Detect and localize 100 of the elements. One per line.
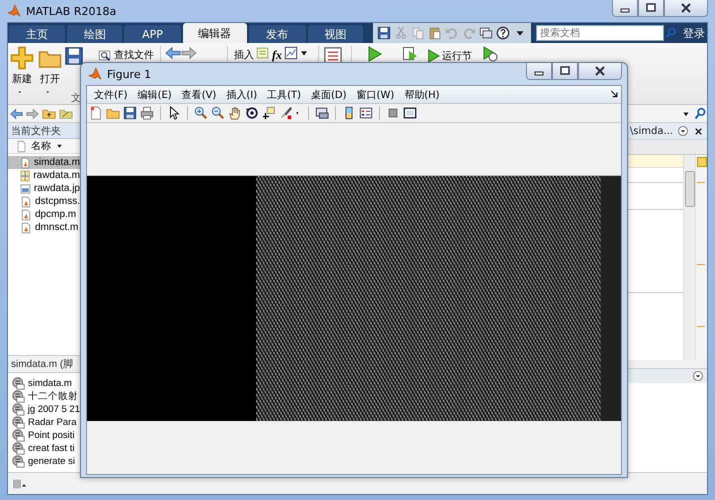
window-title: MATLAB R2018a: [26, 4, 118, 18]
run-advance-icon[interactable]: [402, 46, 418, 62]
column-header[interactable]: 名称: [31, 139, 51, 153]
section-marker: [697, 264, 705, 265]
insert-button[interactable]: 插入: [232, 46, 256, 64]
run-section-button[interactable]: 运行节: [424, 49, 474, 63]
maximize-button[interactable]: [552, 63, 578, 80]
menu-item[interactable]: 帮助(H): [399, 88, 445, 102]
close-button[interactable]: [578, 63, 622, 80]
script-file-icon: [20, 208, 32, 220]
menu-item[interactable]: 窗口(W): [352, 88, 400, 102]
maximize-button[interactable]: [638, 0, 664, 17]
back-arrow-icon[interactable]: [10, 108, 23, 120]
script-file-icon: [20, 156, 31, 168]
section-icon: [12, 429, 25, 442]
folder-up-icon[interactable]: [42, 107, 56, 120]
tab[interactable]: 视图: [308, 25, 364, 43]
switch-windows-icon[interactable]: [479, 26, 494, 40]
menu-item[interactable]: 桌面(D): [306, 88, 352, 102]
fx-button[interactable]: fx: [270, 46, 284, 64]
minimize-button[interactable]: [526, 63, 552, 80]
section-item[interactable]: 十二个散射: [28, 390, 78, 403]
help-icon[interactable]: [496, 26, 510, 40]
file-path: \simda...: [630, 126, 673, 136]
section-marker: [697, 326, 705, 327]
image-file-icon: [20, 182, 31, 194]
zoom-in-icon[interactable]: [194, 106, 208, 120]
section-item[interactable]: creat fast ti: [28, 443, 74, 454]
script-file-icon: [20, 222, 32, 234]
script-file-icon: [20, 196, 32, 208]
close-icon[interactable]: [681, 3, 691, 13]
section-icon: [12, 416, 25, 429]
find-file-icon[interactable]: [98, 48, 112, 62]
menu-item[interactable]: 文件(F): [89, 88, 133, 102]
tab[interactable]: 发布: [248, 25, 306, 43]
status-marker: [697, 157, 707, 167]
grid-icon: [20, 170, 30, 182]
save-icon[interactable]: [64, 46, 84, 66]
new-button[interactable]: 新建: [8, 46, 36, 96]
file-item[interactable]: simdata.m: [8, 156, 80, 169]
data-cursor-icon[interactable]: [262, 106, 276, 120]
search-icon[interactable]: [694, 107, 707, 120]
section-item[interactable]: generate si: [28, 456, 76, 467]
printer-icon[interactable]: [140, 106, 154, 120]
search-field[interactable]: 搜索文档: [536, 25, 664, 41]
grip-icon[interactable]: [12, 476, 28, 490]
plus-icon[interactable]: [10, 46, 34, 70]
zoom-out-icon[interactable]: [211, 106, 225, 120]
tab[interactable]: APP: [124, 25, 181, 43]
run-and-time-icon[interactable]: [482, 46, 498, 62]
insert-text-icon[interactable]: [256, 46, 270, 60]
menu-item[interactable]: 编辑(E): [132, 88, 177, 102]
tab[interactable]: 绘图: [67, 25, 122, 43]
close-button[interactable]: [664, 0, 708, 17]
close-icon[interactable]: [693, 126, 704, 136]
section-icon: [12, 455, 25, 468]
scrollbar[interactable]: [683, 155, 695, 360]
save-icon[interactable]: [123, 106, 137, 120]
frame-icon[interactable]: [403, 106, 417, 120]
link-plot-icon[interactable]: [315, 106, 329, 120]
section-icon: [12, 403, 25, 416]
matlab-logo-icon: [7, 4, 21, 18]
section-icon: [12, 377, 25, 390]
square-icon[interactable]: [386, 106, 400, 120]
panel-title: simdata.m (脚: [11, 358, 74, 371]
section-label: 文: [71, 94, 81, 104]
new-file-icon[interactable]: [89, 106, 103, 120]
panel-title: 当前文件夹: [11, 124, 61, 138]
section-item[interactable]: simdata.m: [28, 378, 72, 389]
dropdown-icon[interactable]: [677, 125, 689, 137]
section-item[interactable]: Point positi: [28, 430, 74, 441]
section-icon: [12, 442, 25, 455]
pointer-icon[interactable]: [167, 106, 181, 120]
paste-icon[interactable]: [428, 26, 442, 40]
menu-item[interactable]: 查看(V): [176, 88, 222, 102]
close-icon[interactable]: [595, 66, 605, 76]
window-title: Figure 1: [107, 68, 152, 80]
back-arrow-icon[interactable]: [165, 46, 181, 60]
section-icon: [12, 390, 25, 403]
brush-icon[interactable]: [279, 106, 293, 120]
open-button[interactable]: 打开: [36, 46, 64, 96]
section-item[interactable]: jg 2007 5 21: [28, 404, 80, 415]
dropdown-icon[interactable]: [692, 370, 704, 382]
forward-arrow-icon[interactable]: [181, 46, 197, 60]
minimize-button[interactable]: [612, 0, 638, 17]
menu-item[interactable]: 工具(T): [262, 88, 306, 102]
tab[interactable]: 编辑器: [182, 23, 247, 43]
hand-icon[interactable]: [228, 106, 242, 120]
maximize-icon[interactable]: [646, 3, 656, 13]
tab[interactable]: 主页: [9, 25, 66, 43]
save-icon[interactable]: [377, 26, 392, 40]
section-item[interactable]: Radar Para: [28, 417, 77, 428]
maximize-icon[interactable]: [560, 66, 570, 76]
menu-item[interactable]: 插入(I): [221, 88, 262, 102]
forward-arrow-icon[interactable]: [26, 108, 39, 120]
plot-icon[interactable]: [284, 46, 298, 60]
section-marker: [697, 182, 705, 183]
legend-icon[interactable]: [359, 106, 373, 120]
rotate-icon[interactable]: [245, 106, 259, 120]
login-button[interactable]: 登录: [681, 26, 708, 40]
